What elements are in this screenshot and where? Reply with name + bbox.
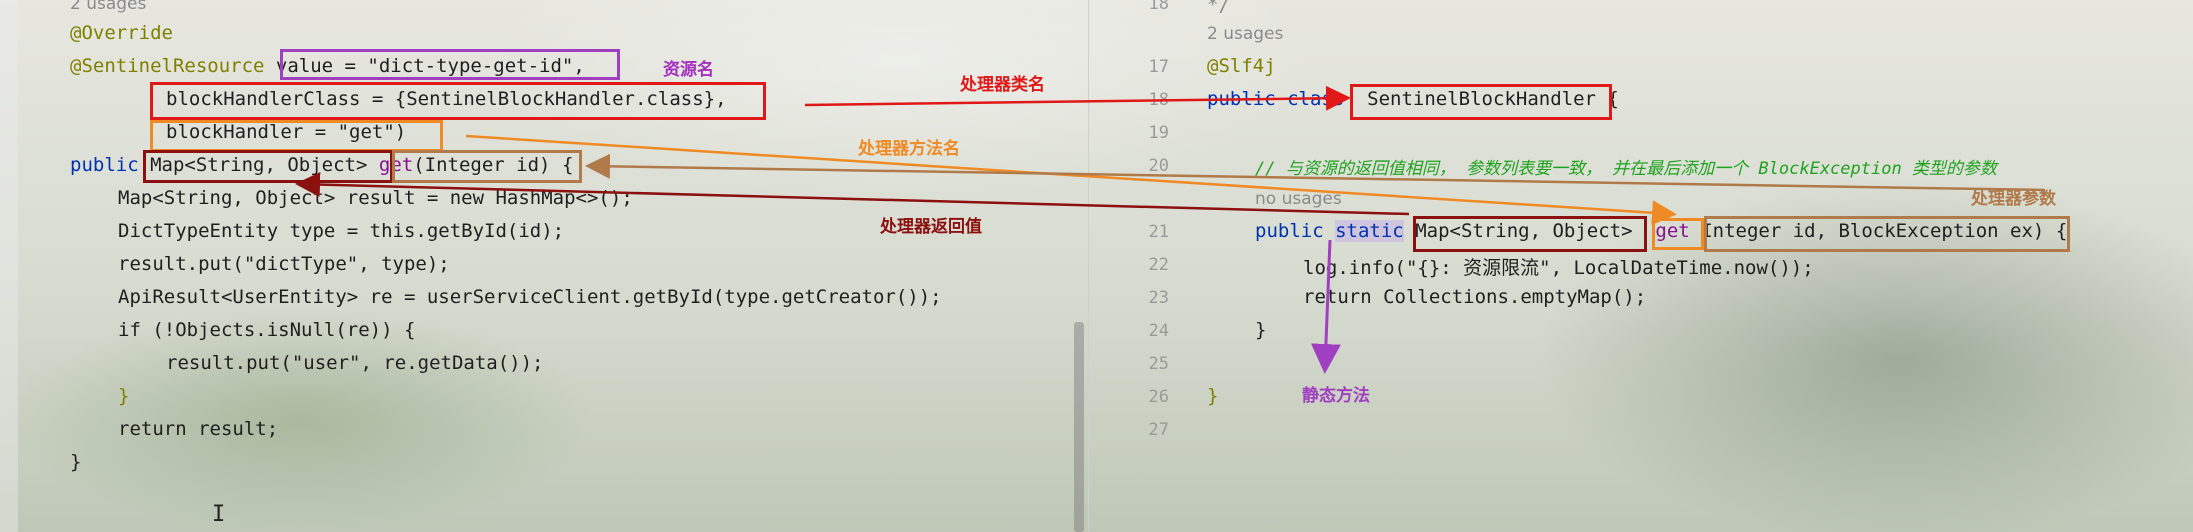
class-arrow xyxy=(804,85,1351,111)
label-handler-params: 处理器参数 xyxy=(1971,189,2056,209)
return-arrow xyxy=(295,172,1410,216)
label-handler-method-name: 处理器方法名 xyxy=(858,139,960,159)
label-static-method: 静态方法 xyxy=(1302,386,1370,406)
label-handler-return-value: 处理器返回值 xyxy=(880,217,982,237)
static-arrow xyxy=(1310,239,1341,374)
label-resource-name: 资源名 xyxy=(663,60,714,80)
annotation-arrows xyxy=(295,85,2046,374)
label-handler-class-name: 处理器类名 xyxy=(960,75,1045,95)
params-arrow xyxy=(585,153,2046,192)
